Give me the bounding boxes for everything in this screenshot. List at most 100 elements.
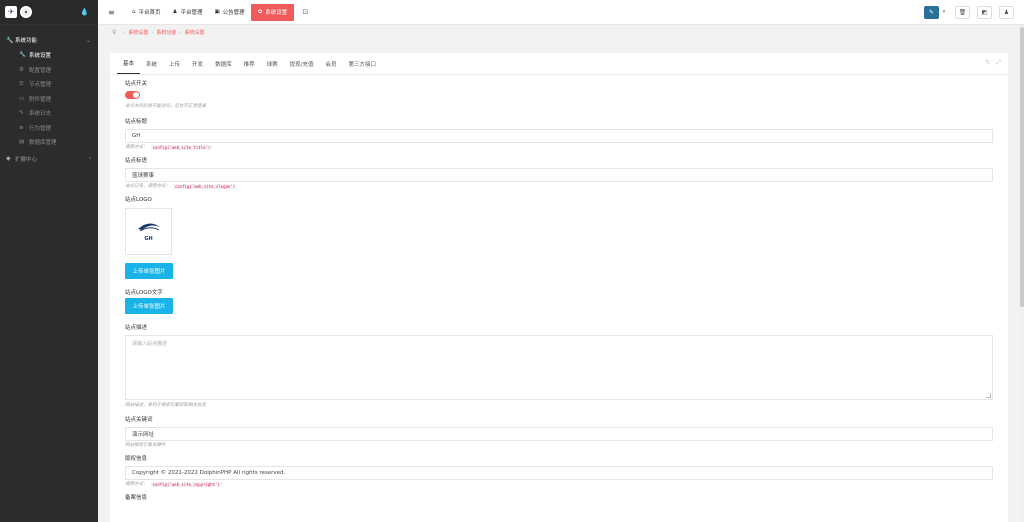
chevron-down-icon: ⌄ xyxy=(85,36,91,44)
sidebar-item-nodes[interactable]: ☰ 节点管理 xyxy=(0,77,98,92)
icp-label: 备案信息 xyxy=(125,495,148,501)
refresh-icon[interactable]: ↻ xyxy=(985,59,990,67)
tint-icon[interactable]: 💧 xyxy=(80,8,89,16)
help-text: 调用方式： xyxy=(125,482,148,487)
brand: ✈ 💧 xyxy=(0,0,98,25)
top-right-tools: ✎ ▾ 🗑 ◩ ♟ xyxy=(917,5,1014,19)
site-title-input[interactable]: GH xyxy=(125,129,993,143)
sidebar-group-system[interactable]: 🔧 系统功能 ⌄ xyxy=(0,32,98,48)
cogs-icon: ⚙ xyxy=(19,66,24,73)
sidebar-item-label: 行为管理 xyxy=(29,125,52,132)
tab-member[interactable]: 会员 xyxy=(319,60,342,74)
sidebar-item-settings[interactable]: 🔧 系统设置 xyxy=(0,48,98,63)
breadcrumb-separator: › xyxy=(123,29,126,36)
site-slogan-help: 站点口号，调用方式： config('web_site_slogan') xyxy=(125,182,993,190)
breadcrumb-item[interactable]: 系统设置 xyxy=(128,29,148,36)
nav-platform[interactable]: ♟ 平台管理 xyxy=(167,0,209,25)
settings-form: 站点开关 站点关闭后将不能访问，后台可正常登录 站点标题 GH 调用方式： con… xyxy=(125,80,993,503)
upload-logo-button[interactable]: 上传单张图片 xyxy=(125,263,173,279)
sidebar-item-label: 附件管理 xyxy=(29,96,52,103)
nav-settings[interactable]: ✿ 系统设置 xyxy=(250,3,295,21)
newspaper-icon: ▣ xyxy=(214,9,220,15)
breadcrumb-item[interactable]: 系统功能 xyxy=(156,29,176,36)
help-text: 调用方式： xyxy=(125,145,148,150)
nav-notice[interactable]: ▣ 公告管理 xyxy=(208,0,250,25)
logo-text: GH xyxy=(144,236,153,242)
fullscreen-icon[interactable]: ⊡ xyxy=(302,8,308,16)
bars-icon: ≡ xyxy=(19,124,24,131)
sidebar-item-label: 配置管理 xyxy=(29,67,52,74)
site-switch-toggle[interactable] xyxy=(125,91,140,99)
site-keywords-input[interactable]: 演示网址 xyxy=(125,427,993,441)
scrollbar-thumb[interactable] xyxy=(1020,27,1024,307)
nav-home[interactable]: ⌂ 平台首页 xyxy=(126,0,167,25)
site-logo-label: 站点LOGO xyxy=(125,197,152,203)
site-keywords-label: 站点关键词 xyxy=(125,417,153,423)
sidebar-item-database[interactable]: ▤ 数据库管理 xyxy=(0,135,98,150)
expand-icon[interactable]: ⤢ xyxy=(996,59,1001,67)
sidebar-item-label: 系统日志 xyxy=(29,111,52,118)
sidebar-item-actions[interactable]: ≡ 行为管理 xyxy=(0,121,98,136)
folder-icon: ▭ xyxy=(19,95,25,102)
tab-withdraw[interactable]: 提现/充值 xyxy=(284,60,320,74)
caret-down-icon: ▾ xyxy=(942,9,946,15)
site-logo[interactable]: ✈ xyxy=(5,6,17,18)
book-icon: ✎ xyxy=(19,110,24,117)
tab-basic[interactable]: 基本 xyxy=(117,59,141,74)
menu-toggle-icon[interactable]: ≡ xyxy=(108,8,122,17)
site-keywords-help: 网站搜索引擎关键字 xyxy=(125,443,166,448)
sidebar-item-config[interactable]: ⚙ 配置管理 xyxy=(0,63,98,78)
list-icon: ☰ xyxy=(19,81,24,88)
copyright-help: 调用方式： config('web_site_copyright') xyxy=(125,480,993,488)
upload-logo-text-button[interactable]: 上传单张图片 xyxy=(125,298,173,314)
tab-upload[interactable]: 上传 xyxy=(163,60,186,74)
tab-develop[interactable]: 开发 xyxy=(186,60,209,74)
site-title-help: 调用方式： config('web_site_title') xyxy=(125,143,993,151)
top-nav: ⌂ 平台首页 ♟ 平台管理 ▣ 公告管理 ✿ 系统设置 ⊡ xyxy=(126,0,308,25)
theme-dropdown[interactable]: ▾ xyxy=(940,5,948,19)
settings-panel: 基本 系统 上传 开发 数据库 推荐 球赛 提现/充值 会员 第三方接口 ↻ ⤢… xyxy=(110,53,1008,522)
tab-recommend[interactable]: 推荐 xyxy=(238,60,261,74)
sidebar-item-attachments[interactable]: ▭ 附件管理 xyxy=(0,92,98,107)
external-link-icon: ◩ xyxy=(981,8,988,16)
sidebar-item-logs[interactable]: ✎ 系统日志 xyxy=(0,106,98,121)
nav-label: 公告管理 xyxy=(222,10,245,16)
tab-match[interactable]: 球赛 xyxy=(261,60,284,74)
site-slogan-input[interactable]: 篮球赛事 xyxy=(125,168,993,182)
settings-tabs: 基本 系统 上传 开发 数据库 推荐 球赛 提现/充值 会员 第三方接口 xyxy=(110,53,1008,75)
home-icon: ⌂ xyxy=(132,9,136,15)
sidebar-item-label: 系统设置 xyxy=(29,53,52,60)
copyright-input[interactable]: Copyright © 2021-2022 DolphinPHP All rig… xyxy=(125,466,993,480)
tab-third-party[interactable]: 第三方接口 xyxy=(342,60,382,74)
user-icon: ♟ xyxy=(172,9,178,15)
site-title-label: 站点标题 xyxy=(125,119,148,125)
tab-system[interactable]: 系统 xyxy=(140,60,163,74)
help-text: 站点口号，调用方式： xyxy=(125,184,170,189)
panel-tools: ↻ ⤢ xyxy=(985,59,1001,67)
theme-button[interactable]: ✎ xyxy=(924,5,939,19)
breadcrumb-item[interactable]: 系统设置 xyxy=(184,29,204,36)
help-code: config('web_site_slogan') xyxy=(173,183,238,189)
puzzle-icon: ◈ xyxy=(6,155,11,162)
wrench-icon: 🔧 xyxy=(6,36,14,44)
user-button[interactable]: ♟ xyxy=(999,5,1014,19)
breadcrumb-separator: › xyxy=(179,29,182,36)
sidebar-group-label: 系统功能 xyxy=(15,38,38,44)
logo-preview[interactable]: GH xyxy=(125,208,172,255)
external-button[interactable]: ◩ xyxy=(977,5,992,19)
help-code: config('web_site_title') xyxy=(150,144,213,150)
sidebar-item-label: 节点管理 xyxy=(29,82,52,89)
nav-label: 平台首页 xyxy=(138,10,161,16)
cog-icon: ✿ xyxy=(257,9,263,15)
bird-logo-icon xyxy=(137,223,160,232)
chevron-left-icon: ‹ xyxy=(88,155,91,162)
page-scrollbar[interactable] xyxy=(1020,25,1024,522)
ball-logo xyxy=(20,6,32,18)
tab-database[interactable]: 数据库 xyxy=(209,60,238,74)
clear-cache-button[interactable]: 🗑 xyxy=(955,5,970,19)
site-switch-help: 站点关闭后将不能访问，后台可正常登录 xyxy=(125,104,206,109)
database-icon: ▤ xyxy=(19,139,25,146)
brush-icon: ✎ xyxy=(928,8,935,16)
site-desc-textarea[interactable]: 请输入站点描述 xyxy=(125,335,993,400)
sidebar-group-extensions[interactable]: ◈ 扩展中心 ‹ xyxy=(0,151,98,167)
